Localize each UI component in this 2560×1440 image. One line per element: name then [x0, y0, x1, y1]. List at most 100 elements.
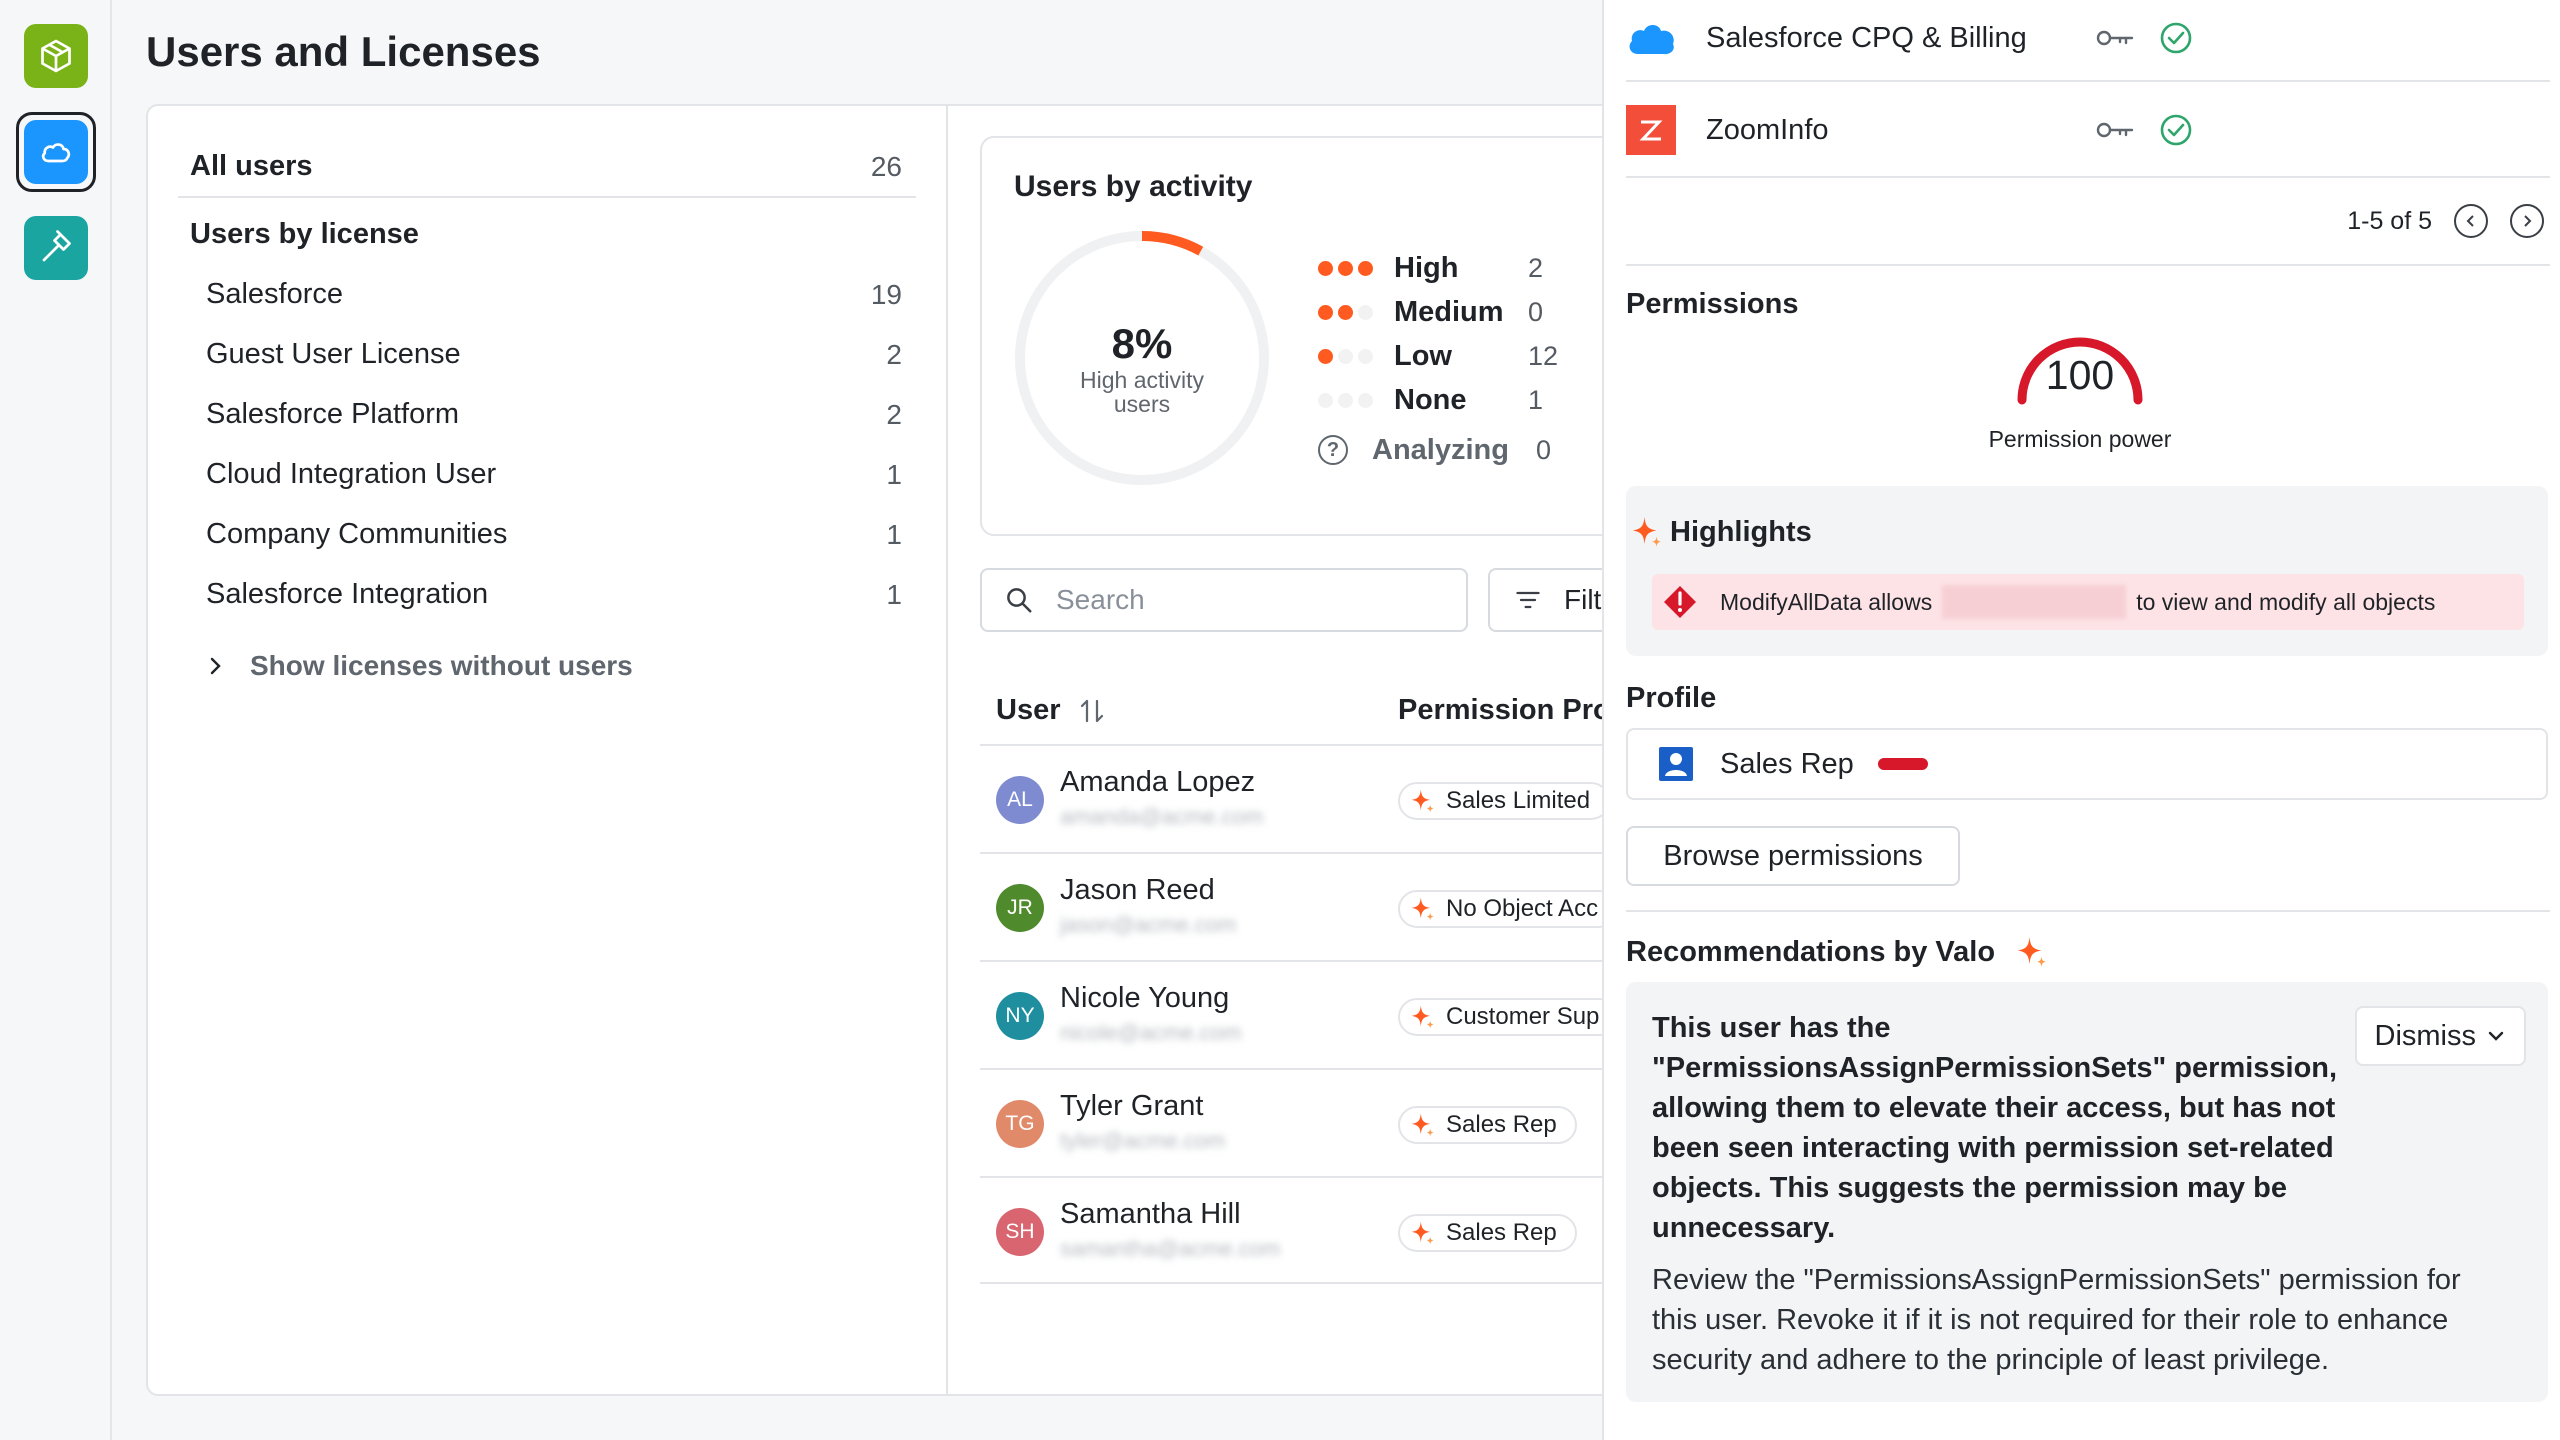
license-label: Salesforce Integration	[206, 578, 489, 610]
license-count: 19	[870, 278, 902, 310]
user-name: Jason Reed	[1060, 874, 1215, 906]
recommendation-card: This user has the "PermissionsAssignPerm…	[1626, 982, 2548, 1402]
browse-permissions-button[interactable]: Browse permissions	[1626, 826, 1960, 886]
activity-dot	[1358, 304, 1373, 320]
level-label: High	[1394, 251, 1459, 284]
license-item[interactable]: Salesforce Platform 2	[206, 398, 902, 431]
highlights-title: Highlights	[1670, 516, 1812, 548]
recommendations-heading: Recommendations by Valo	[1626, 934, 2049, 970]
integration-row[interactable]: Salesforce CPQ & Billing	[1626, 0, 2556, 84]
permission-profile-label: Sales Limited	[1446, 787, 1591, 814]
chevron-right-icon	[2524, 215, 2532, 227]
highlight-alert[interactable]: ModifyAllData allows to view and modify …	[1652, 574, 2524, 630]
license-count: 1	[886, 458, 902, 490]
level-count: 12	[1528, 340, 1559, 371]
user-badge-icon	[1659, 747, 1693, 781]
permission-profile-pill[interactable]: No Object Acc	[1398, 890, 1619, 928]
search-input[interactable]: Search	[980, 568, 1468, 632]
filter-icon	[1516, 591, 1540, 609]
divider	[1626, 264, 2550, 266]
activity-dot	[1338, 348, 1353, 364]
column-permission-label: Permission Prof	[1398, 694, 1621, 726]
app-switcher-cube-button[interactable]	[24, 24, 88, 88]
table-row[interactable]: TG Tyler Grant tyler@acme.com Sales Rep	[980, 1068, 1700, 1176]
key-icon	[2096, 30, 2134, 46]
license-item[interactable]: Salesforce 19	[206, 278, 902, 311]
sparkle-icon	[1411, 1221, 1434, 1245]
activity-title: Users by activity	[1014, 170, 1253, 203]
activity-level-medium[interactable]: Medium 0	[1318, 290, 1558, 334]
main-content: Users and Licenses All users 26 Users by…	[112, 0, 1708, 1440]
question-icon: ?	[1318, 435, 1348, 465]
integration-row[interactable]: ZoomInfo	[1626, 84, 2556, 176]
cube-icon	[41, 39, 71, 73]
users-by-activity-card: Users by activity 8% High activity users…	[980, 136, 1700, 536]
activity-dot	[1318, 392, 1333, 408]
cloud-icon	[1629, 25, 1674, 55]
level-label: Low	[1394, 339, 1452, 372]
user-email: nicole@acme.com	[1060, 1020, 1242, 1045]
cloud-icon	[41, 143, 71, 163]
license-item[interactable]: Cloud Integration User 1	[206, 458, 902, 491]
user-name: Samantha Hill	[1060, 1198, 1241, 1230]
previous-page-button[interactable]	[2454, 204, 2488, 238]
user-name: Nicole Young	[1060, 982, 1230, 1014]
page-title: Users and Licenses	[146, 28, 541, 75]
permission-profile-label: No Object Acc	[1446, 895, 1599, 922]
hammer-icon	[42, 230, 71, 262]
dismiss-dropdown-button[interactable]: Dismiss	[2354, 1006, 2526, 1066]
license-item[interactable]: Company Communities 1	[206, 518, 902, 551]
recommendation-heading: This user has the "PermissionsAssignPerm…	[1652, 1012, 2338, 1244]
activity-level-none[interactable]: None 1	[1318, 378, 1558, 422]
license-item[interactable]: Salesforce Integration 1	[206, 578, 902, 611]
permission-profile-pill[interactable]: Customer Sup	[1398, 998, 1620, 1036]
activity-level-low[interactable]: Low 12	[1318, 334, 1558, 378]
analyzing-count: 0	[1536, 434, 1552, 465]
search-placeholder: Search	[1056, 584, 1145, 615]
activity-ring-label: 8% High activity users	[1012, 320, 1272, 416]
profile-field[interactable]: Sales Rep	[1626, 728, 2548, 800]
next-page-button[interactable]	[2510, 204, 2544, 238]
permission-profile-pill[interactable]: Sales Limited	[1398, 782, 1611, 820]
table-row[interactable]: SH Samantha Hill samantha@acme.com Sales…	[980, 1176, 1700, 1284]
activity-dot	[1318, 260, 1333, 276]
level-count: 1	[1528, 384, 1544, 415]
activity-dots	[1318, 304, 1388, 320]
browse-permissions-label: Browse permissions	[1663, 839, 1923, 872]
app-switcher-tools-button[interactable]	[24, 216, 88, 280]
user-name: Tyler Grant	[1060, 1090, 1204, 1122]
table-row[interactable]: JR Jason Reed jason@acme.com No Object A…	[980, 852, 1700, 960]
license-item[interactable]: Guest User License 2	[206, 338, 902, 371]
permission-profile-label: Customer Sup	[1446, 1003, 1600, 1030]
avatar: AL	[996, 776, 1044, 824]
license-label: Company Communities	[206, 518, 508, 550]
users-by-license-heading: Users by license	[190, 218, 902, 251]
alert-diamond-icon	[1664, 586, 1696, 618]
column-header-user[interactable]: User	[996, 694, 1107, 727]
permission-profile-pill[interactable]: Sales Rep	[1398, 1214, 1577, 1252]
license-label: Cloud Integration User	[206, 458, 497, 490]
zoominfo-logo-icon	[1626, 105, 1676, 155]
chevron-left-icon	[2466, 215, 2474, 227]
all-users-label: All users	[190, 150, 313, 182]
column-header-permission[interactable]: Permission Prof	[1398, 694, 1620, 727]
avatar: SH	[996, 1208, 1044, 1256]
key-icon	[2096, 122, 2134, 138]
highlight-prefix: ModifyAllData allows	[1720, 588, 1933, 615]
table-row[interactable]: AL Amanda Lopez amanda@acme.com Sales Li…	[980, 744, 1700, 852]
permission-profile-pill[interactable]: Sales Rep	[1398, 1106, 1577, 1144]
all-users-item[interactable]: All users 26	[190, 150, 902, 183]
pagination-label: 1-5 of 5	[2347, 206, 2432, 235]
highlight-suffix: to view and modify all objects	[2136, 588, 2436, 615]
user-email: jason@acme.com	[1060, 912, 1237, 937]
show-licenses-toggle[interactable]: Show licenses without users	[206, 650, 633, 682]
activity-level-analyzing[interactable]: ? Analyzing 0	[1318, 428, 1558, 472]
column-user-label: User	[996, 694, 1061, 726]
activity-level-high[interactable]: High 2	[1318, 246, 1558, 290]
sparkle-icon	[1411, 1005, 1434, 1029]
divider	[1626, 80, 2550, 82]
high-activity-caption-2: users	[1113, 391, 1171, 417]
show-licenses-label: Show licenses without users	[250, 650, 633, 681]
app-switcher-salesforce-button[interactable]	[16, 112, 96, 192]
table-row[interactable]: NY Nicole Young nicole@acme.com Customer…	[980, 960, 1700, 1068]
